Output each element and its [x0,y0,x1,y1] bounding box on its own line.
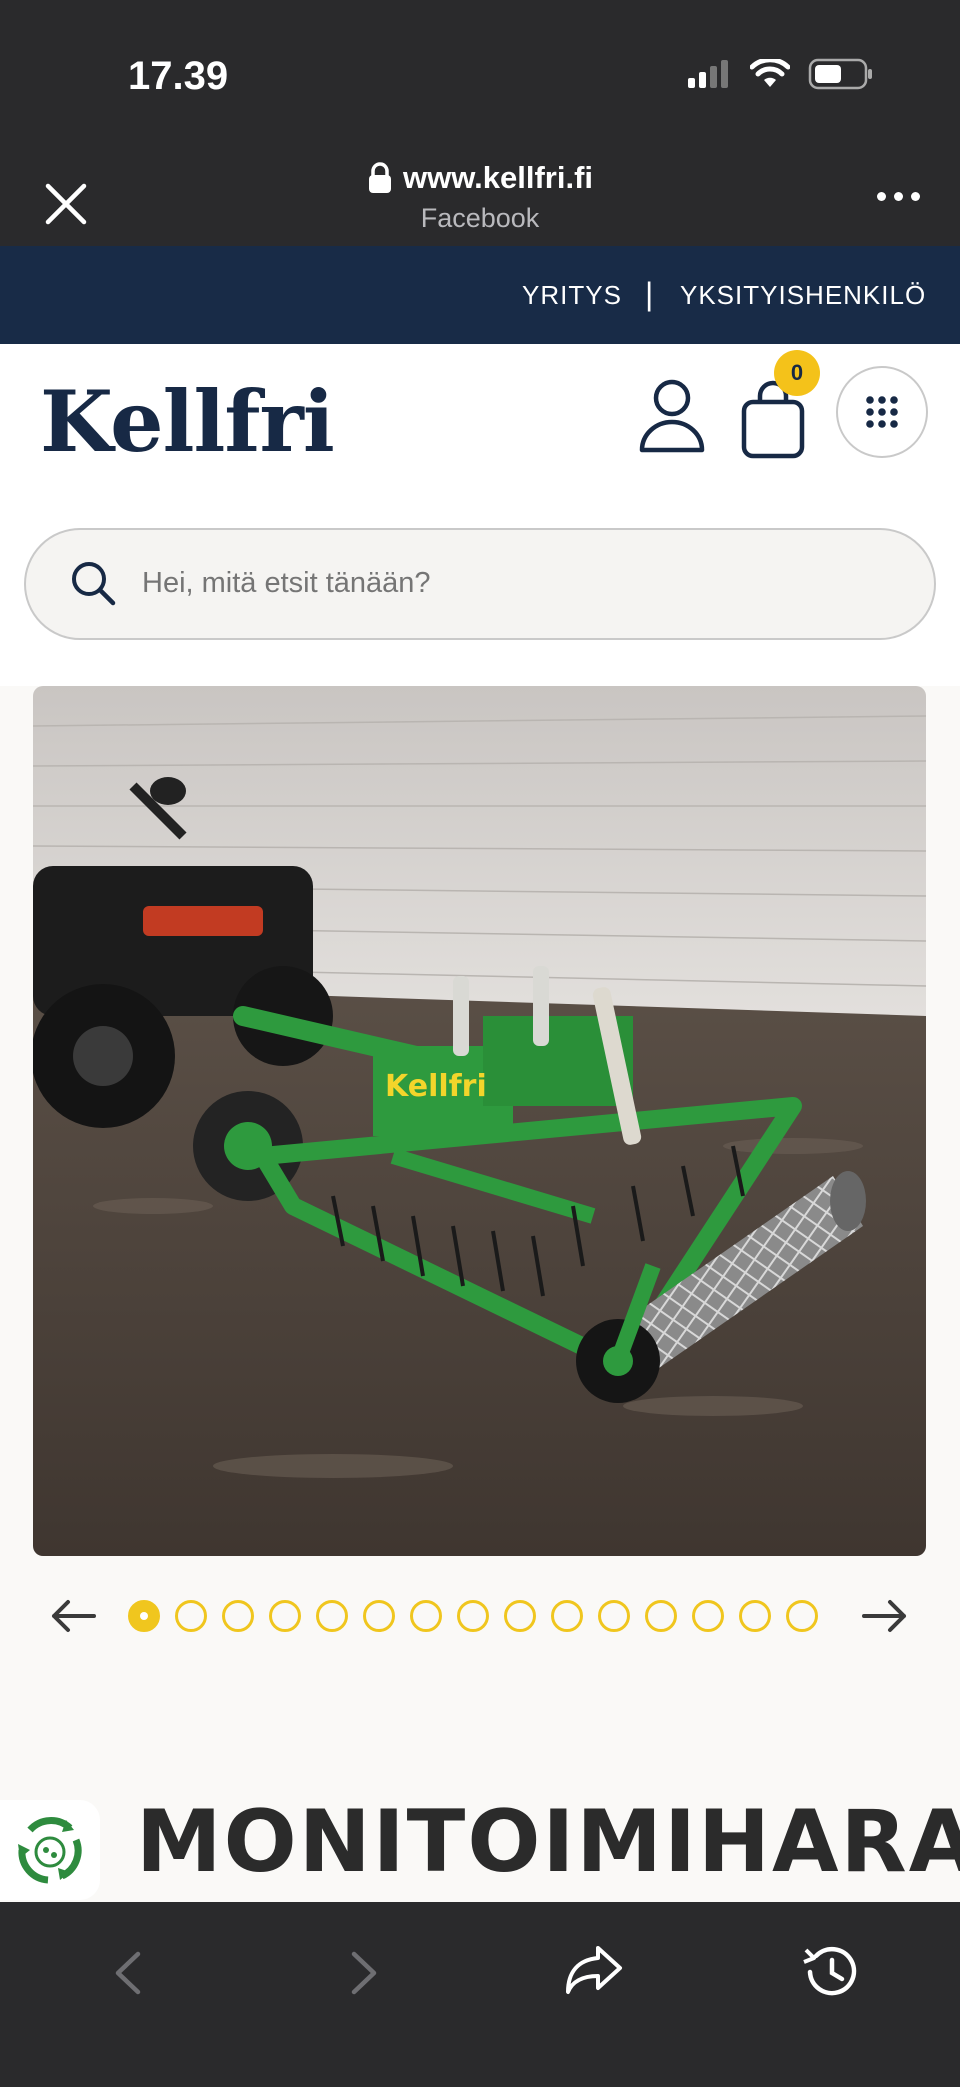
product-image[interactable]: Kellfri [33,686,926,1556]
browser-bottom-toolbar [0,1902,960,2087]
cart-count-badge: 0 [774,350,820,396]
search-icon [72,562,116,606]
grid-menu-icon [866,396,898,428]
more-dot [877,192,886,201]
carousel-dot-active[interactable] [128,1600,160,1632]
nav-business-link[interactable]: YRITYS [522,280,622,311]
status-bar: 17.39 [0,0,960,150]
menu-button[interactable] [836,366,960,458]
status-time: 17.39 [128,54,229,98]
forward-icon[interactable] [346,1948,382,1998]
cellular-signal-icon [688,60,728,88]
top-nav: YRITYS | YKSITYISHENKILÖ [0,246,960,344]
implement-brand-label: Kellfri [385,1069,487,1104]
browser-bar: www.kellfri.fi Facebook [0,150,960,246]
search-box[interactable] [24,528,936,640]
carousel-dot[interactable] [645,1600,677,1632]
image-carousel-controls [0,1588,960,1644]
carousel-dot[interactable] [222,1600,254,1632]
next-image-arrow-icon[interactable] [862,1598,908,1634]
carousel-dot[interactable] [786,1600,818,1632]
carousel-dot[interactable] [504,1600,536,1632]
kellfri-logo[interactable]: Kellfri [40,372,335,471]
carousel-dot[interactable] [739,1600,771,1632]
carousel-dot[interactable] [316,1600,348,1632]
product-title: MONITOIMIHARA [136,1792,960,1892]
carousel-dot[interactable] [457,1600,489,1632]
carousel-dot[interactable] [269,1600,301,1632]
back-icon[interactable] [110,1948,146,1998]
account-button[interactable] [636,376,708,454]
nav-private-link[interactable]: YKSITYISHENKILÖ [680,280,926,311]
recycle-eco-icon [18,1817,82,1884]
address-bar[interactable]: www.kellfri.fi Facebook [0,160,960,234]
more-dot [894,192,903,201]
carousel-dot[interactable] [363,1600,395,1632]
history-icon[interactable] [800,1942,860,2002]
nav-separator: | [645,276,655,312]
carousel-dot[interactable] [692,1600,724,1632]
carousel-dot[interactable] [410,1600,442,1632]
user-icon [639,379,705,453]
previous-image-arrow-icon[interactable] [50,1598,96,1634]
carousel-dot[interactable] [175,1600,207,1632]
status-icons [686,58,874,90]
url-text: www.kellfri.fi [402,160,594,195]
product-photo-illustration: Kellfri [33,686,926,1556]
search-input[interactable] [140,566,844,601]
battery-icon [808,58,872,90]
lock-icon [368,162,391,193]
carousel-dot[interactable] [598,1600,630,1632]
site-header: Kellfri 0 [0,344,960,484]
more-options-button[interactable] [877,192,920,201]
product-title-section: MONITOIMIHARA [0,1790,960,1902]
carousel-dots [128,1600,818,1632]
wifi-icon [750,59,790,87]
search-area [0,484,960,686]
eco-badge[interactable] [0,1800,100,1900]
carousel-dot[interactable] [551,1600,583,1632]
more-dot [911,192,920,201]
share-icon[interactable] [564,1942,624,1998]
url-subtitle: Facebook [420,203,540,233]
